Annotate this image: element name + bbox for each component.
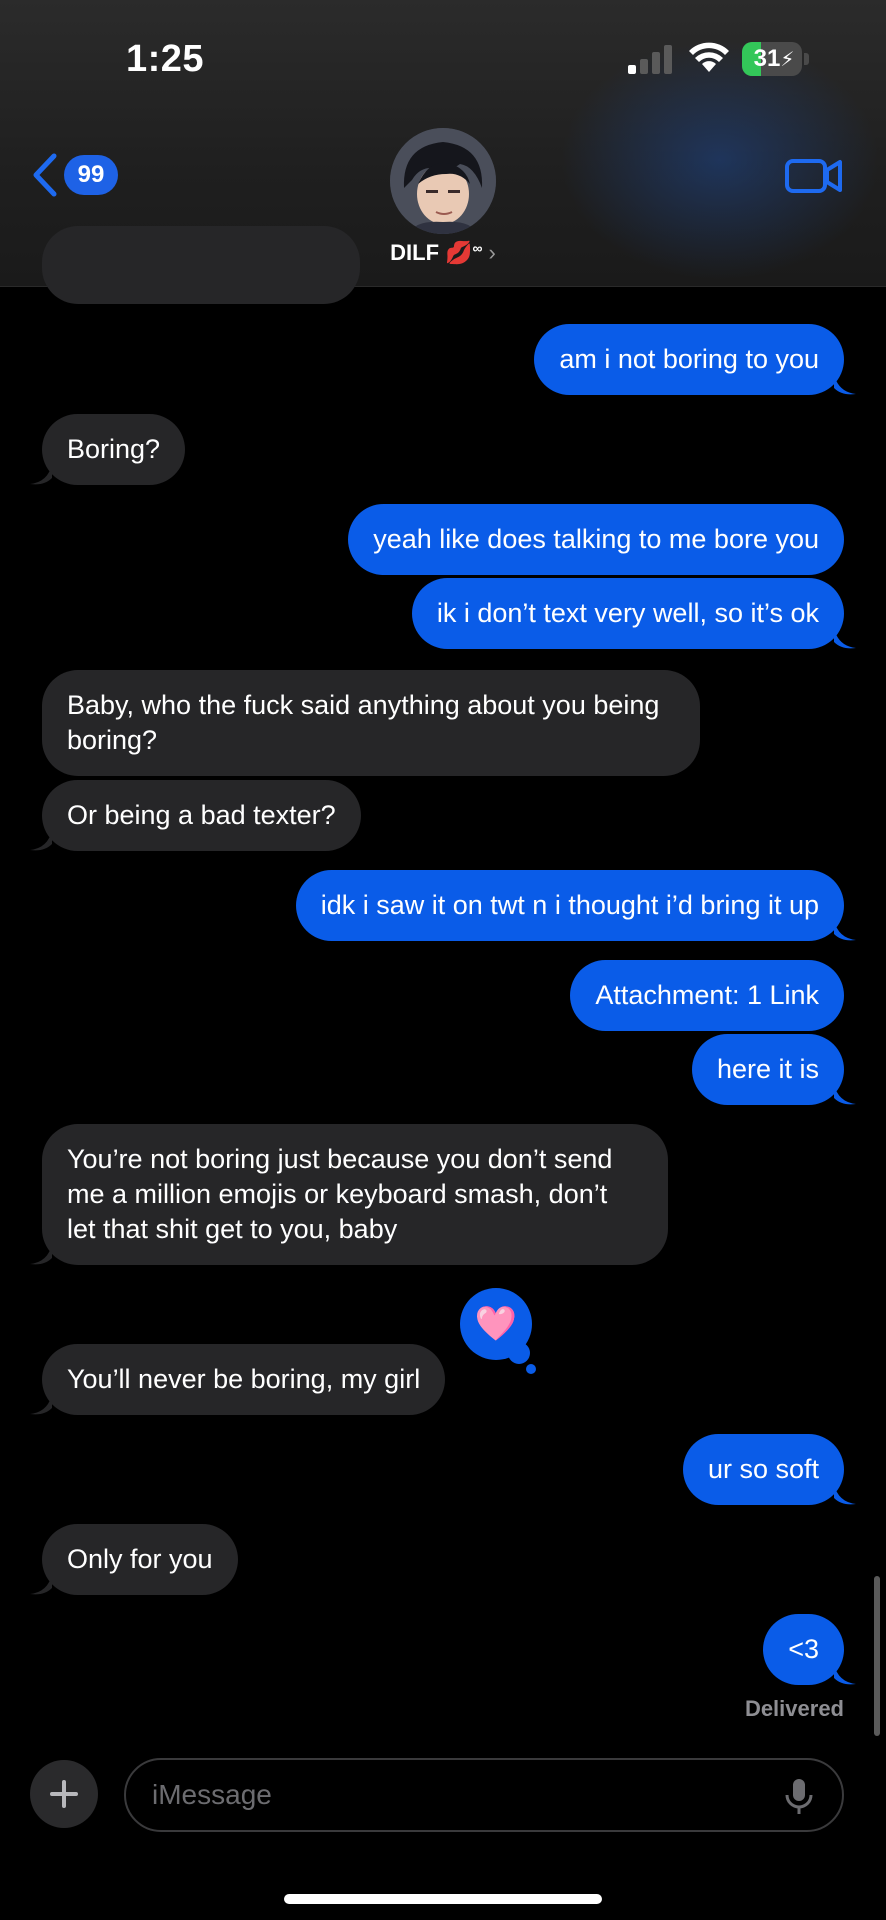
facetime-video-icon[interactable]: [784, 156, 844, 196]
back-button[interactable]: 99: [30, 150, 170, 200]
contact-name-text: DILF 💋: [390, 240, 473, 265]
message-input[interactable]: iMessage: [124, 1758, 844, 1832]
reaction-emoji: 🩷: [474, 1305, 518, 1343]
message-bubble-incoming[interactable]: Baby, who the fuck said anything about y…: [42, 670, 700, 776]
bubble-tail: [834, 374, 856, 395]
microphone-icon[interactable]: [784, 1778, 814, 1816]
message-bubble-outgoing[interactable]: idk i saw it on twt n i thought i’d brin…: [295, 870, 844, 941]
message-input-placeholder: iMessage: [152, 1779, 272, 1810]
bubble-tail: [30, 830, 52, 851]
message-bubble-outgoing[interactable]: Attachment: 1 Link: [570, 960, 844, 1031]
bubble-tail: [30, 1574, 52, 1595]
reaction-tail-dot: [526, 1364, 536, 1374]
message-bubble-incoming[interactable]: Only for you: [42, 1524, 238, 1595]
contact-avatar[interactable]: [390, 128, 496, 234]
message-bubble-incoming[interactable]: Or being a bad texter?: [42, 780, 361, 851]
bubble-tail: [834, 1484, 856, 1505]
unread-count-badge: 99: [64, 155, 118, 195]
message-bubble-outgoing[interactable]: am i not boring to you: [534, 324, 844, 395]
message-bubble-outgoing[interactable]: here it is: [691, 1034, 844, 1105]
bubble-tail: [834, 1664, 856, 1685]
message-list[interactable]: am i not boring to you Boring? yeah like…: [0, 226, 886, 1736]
avatar-illustration: [390, 128, 496, 234]
battery-percentage: 31⚡: [753, 45, 795, 72]
message-bubble-clipped[interactable]: [42, 226, 360, 304]
message-bubble-outgoing[interactable]: yeah like does talking to me bore you: [348, 504, 844, 575]
message-bubble-outgoing[interactable]: <3: [763, 1614, 844, 1685]
chevron-right-icon: ›: [488, 240, 496, 265]
battery-indicator: 31⚡: [742, 42, 810, 76]
message-bubble-incoming[interactable]: You’ll never be boring, my girl: [42, 1344, 446, 1415]
contact-name-suffix: ∞: [472, 240, 483, 256]
message-bubble-incoming[interactable]: You’re not boring just because you don’t…: [42, 1124, 668, 1265]
bubble-tail: [30, 1394, 52, 1415]
wifi-icon: [689, 42, 729, 72]
scrollbar[interactable]: [874, 1576, 880, 1736]
chevron-left-icon: [33, 153, 57, 197]
bubble-tail: [834, 628, 856, 649]
bubble-tail: [834, 1084, 856, 1105]
add-attachment-button[interactable]: [30, 1760, 98, 1828]
delivered-status: Delivered: [744, 1696, 844, 1721]
message-bubble-outgoing[interactable]: ur so soft: [682, 1434, 844, 1505]
reaction-tail-dot: [508, 1342, 530, 1364]
bubble-tail: [30, 1244, 52, 1265]
bubble-tail: [834, 920, 856, 941]
message-bubble-outgoing[interactable]: ik i don’t text very well, so it’s ok: [411, 578, 844, 649]
status-time: 1:25: [126, 38, 205, 80]
plus-icon: [50, 1780, 78, 1808]
bubble-tail: [30, 464, 52, 485]
cellular-signal-icon: [628, 44, 674, 74]
home-indicator[interactable]: [284, 1894, 602, 1904]
message-bubble-incoming[interactable]: Boring?: [42, 414, 186, 485]
